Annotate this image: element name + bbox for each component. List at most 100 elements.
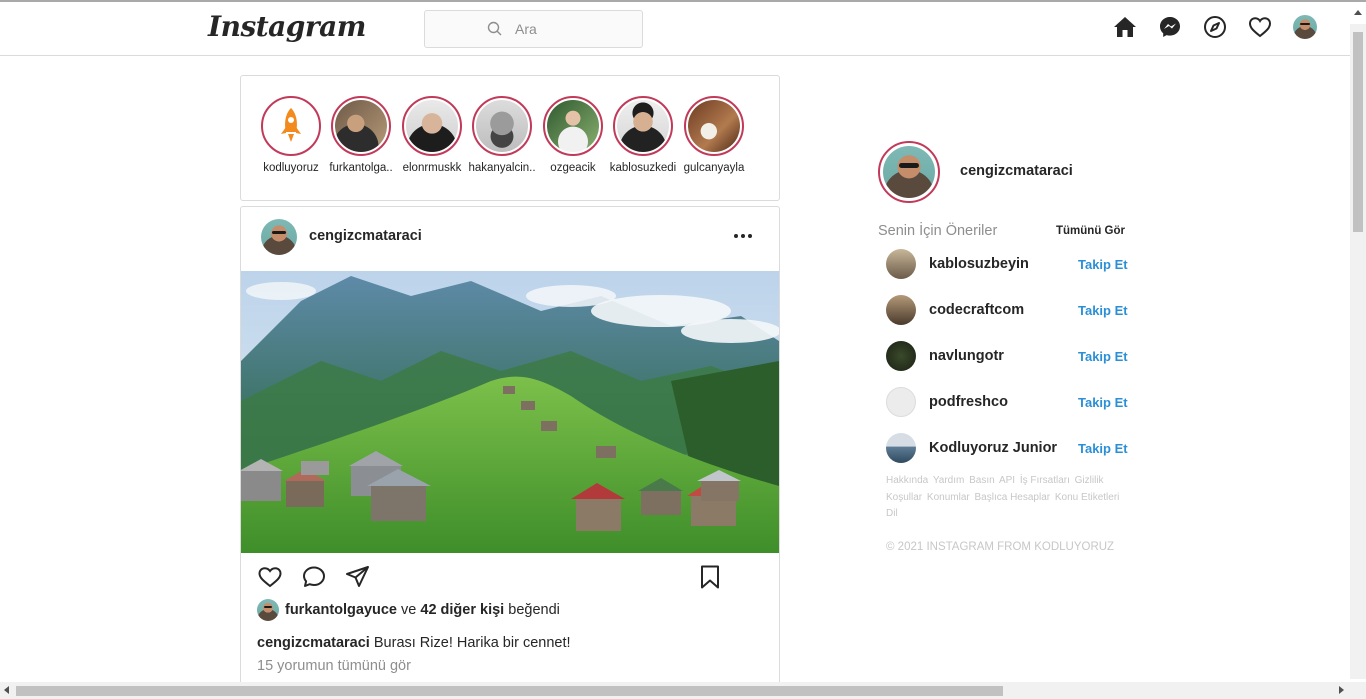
caption-username[interactable]: cengizcmataraci bbox=[257, 635, 370, 651]
vertical-scroll-thumb[interactable] bbox=[1353, 32, 1363, 232]
scroll-up-arrow-icon[interactable] bbox=[1354, 10, 1362, 15]
view-all-comments-link[interactable]: 15 yorumun tümünü gör bbox=[257, 658, 411, 674]
instagram-logo[interactable]: Instagram bbox=[208, 10, 366, 43]
follow-button[interactable]: Takip Et bbox=[1078, 395, 1128, 410]
liker-avatar[interactable] bbox=[257, 599, 279, 621]
footer-link-jobs[interactable]: İş Fırsatları bbox=[1020, 475, 1070, 486]
follow-button[interactable]: Takip Et bbox=[1078, 303, 1128, 318]
suggestion-row: codecraftcom Takip Et bbox=[886, 295, 1136, 327]
follow-button[interactable]: Takip Et bbox=[1078, 349, 1128, 364]
story-hakanyalcin[interactable]: hakanyalcin.. bbox=[467, 96, 537, 174]
scroll-right-arrow-icon[interactable] bbox=[1339, 686, 1344, 694]
activity-heart-icon[interactable] bbox=[1247, 14, 1273, 40]
horizontal-scroll-thumb[interactable] bbox=[16, 686, 1003, 696]
mountain-village-photo bbox=[241, 271, 779, 553]
story-name: gulcanyayla bbox=[683, 162, 745, 174]
story-elonrmuskk[interactable]: elonrmuskk bbox=[397, 96, 467, 174]
story-avatar bbox=[335, 100, 387, 152]
suggestion-username[interactable]: navlungotr bbox=[929, 348, 1004, 364]
story-ozgeacik[interactable]: ozgeacik bbox=[538, 96, 608, 174]
suggestion-avatar[interactable] bbox=[886, 249, 916, 279]
likes-connector: ve bbox=[401, 602, 417, 618]
current-user-card bbox=[878, 141, 940, 203]
suggestion-row: podfreshco Takip Et bbox=[886, 387, 1136, 419]
rocket-icon bbox=[281, 108, 301, 142]
footer-link-terms[interactable]: Koşullar bbox=[886, 492, 922, 503]
suggestion-row: navlungotr Takip Et bbox=[886, 341, 1136, 373]
more-options-icon[interactable] bbox=[733, 229, 753, 243]
post-actions bbox=[257, 564, 371, 590]
horizontal-scrollbar[interactable] bbox=[0, 682, 1366, 699]
story-furkantolga[interactable]: furkantolga.. bbox=[326, 96, 396, 174]
follow-button[interactable]: Takip Et bbox=[1078, 257, 1128, 272]
footer-link-locations[interactable]: Konumlar bbox=[927, 492, 970, 503]
likes-others-count[interactable]: 42 diğer kişi bbox=[420, 602, 504, 618]
post-author-username[interactable]: cengizcmataraci bbox=[309, 228, 422, 244]
suggestion-username[interactable]: Kodluyoruz Junior bbox=[929, 440, 1057, 456]
footer-link-press[interactable]: Basın bbox=[969, 475, 995, 486]
share-send-icon[interactable] bbox=[345, 564, 371, 590]
post-author-avatar[interactable] bbox=[261, 219, 297, 255]
likes-summary: furkantolgayuce ve 42 diğer kişi beğendi bbox=[257, 599, 560, 621]
story-avatar bbox=[406, 100, 458, 152]
current-user-avatar[interactable] bbox=[883, 146, 935, 198]
current-user-username[interactable]: cengizcmataraci bbox=[960, 163, 1073, 179]
suggestion-avatar[interactable] bbox=[886, 387, 916, 417]
suggestion-avatar[interactable] bbox=[886, 341, 916, 371]
footer-link-language[interactable]: Dil bbox=[886, 508, 898, 519]
explore-compass-icon[interactable] bbox=[1202, 14, 1228, 40]
home-icon[interactable] bbox=[1112, 14, 1138, 40]
suggestion-row: Kodluyoruz Junior Takip Et bbox=[886, 433, 1136, 465]
suggestions-title: Senin İçin Öneriler bbox=[878, 223, 998, 239]
suggestion-username[interactable]: podfreshco bbox=[929, 394, 1008, 410]
story-kablosuzkedi[interactable]: kablosuzkedi bbox=[608, 96, 678, 174]
footer-link-hashtags[interactable]: Konu Etiketleri bbox=[1055, 492, 1119, 503]
post-header: cengizcmataraci bbox=[241, 207, 779, 271]
suggestion-avatar[interactable] bbox=[886, 433, 916, 463]
suggestion-avatar[interactable] bbox=[886, 295, 916, 325]
search-input[interactable] bbox=[515, 21, 615, 37]
copyright-text: © 2021 INSTAGRAM FROM KODLUYORUZ bbox=[886, 541, 1115, 553]
story-avatar bbox=[688, 100, 740, 152]
search-icon bbox=[487, 21, 502, 36]
top-navigation: Instagram bbox=[0, 2, 1350, 56]
footer-link-api[interactable]: API bbox=[999, 475, 1015, 486]
likes-suffix: beğendi bbox=[508, 602, 560, 618]
story-avatar bbox=[547, 100, 599, 152]
follow-button[interactable]: Takip Et bbox=[1078, 441, 1128, 456]
footer-link-about[interactable]: Hakkında bbox=[886, 475, 928, 486]
messenger-icon[interactable] bbox=[1157, 14, 1183, 40]
vertical-scrollbar[interactable] bbox=[1350, 10, 1366, 687]
stories-tray: kodluyoruz furkantolga.. elonrmuskk haka… bbox=[240, 75, 780, 201]
liker-username[interactable]: furkantolgayuce bbox=[285, 602, 397, 618]
story-avatar bbox=[476, 100, 528, 152]
story-name: ozgeacik bbox=[550, 162, 596, 174]
search-box[interactable] bbox=[424, 10, 643, 48]
suggestion-row: kablosuzbeyin Takip Et bbox=[886, 249, 1136, 281]
post-image[interactable] bbox=[241, 271, 779, 553]
story-name: hakanyalcin.. bbox=[468, 162, 536, 174]
story-avatar bbox=[617, 100, 669, 152]
story-name: kodluyoruz bbox=[263, 162, 319, 174]
feed-post: cengizcmataraci furkantolgayuce ve 42 di… bbox=[240, 206, 780, 699]
post-caption: cengizcmataraci Burası Rize! Harika bir … bbox=[257, 635, 571, 651]
story-name: elonrmuskk bbox=[402, 162, 462, 174]
save-bookmark-icon[interactable] bbox=[697, 564, 723, 590]
browser-viewport: Instagram Ara kodluyoruz furkantolga.. e… bbox=[0, 0, 1366, 699]
suggestion-username[interactable]: codecraftcom bbox=[929, 302, 1024, 318]
footer-link-top-accounts[interactable]: Başlıca Hesaplar bbox=[975, 492, 1051, 503]
suggestion-username[interactable]: kablosuzbeyin bbox=[929, 256, 1029, 272]
like-heart-icon[interactable] bbox=[257, 564, 283, 590]
see-all-link[interactable]: Tümünü Gör bbox=[1056, 225, 1125, 237]
scroll-left-arrow-icon[interactable] bbox=[4, 686, 9, 694]
caption-text: Burası Rize! Harika bir cennet! bbox=[373, 635, 571, 651]
profile-avatar[interactable] bbox=[1292, 14, 1318, 40]
profile-avatar-icon bbox=[1293, 15, 1317, 39]
story-gulcanyayla[interactable]: gulcanyayla bbox=[679, 96, 749, 174]
nav-icons bbox=[1112, 14, 1318, 40]
comment-icon[interactable] bbox=[301, 564, 327, 590]
story-kodluyoruz[interactable]: kodluyoruz bbox=[256, 96, 326, 174]
footer-links: Hakkında Yardım Basın API İş Fırsatları … bbox=[886, 473, 1126, 523]
footer-link-privacy[interactable]: Gizlilik bbox=[1075, 475, 1104, 486]
footer-link-help[interactable]: Yardım bbox=[933, 475, 965, 486]
